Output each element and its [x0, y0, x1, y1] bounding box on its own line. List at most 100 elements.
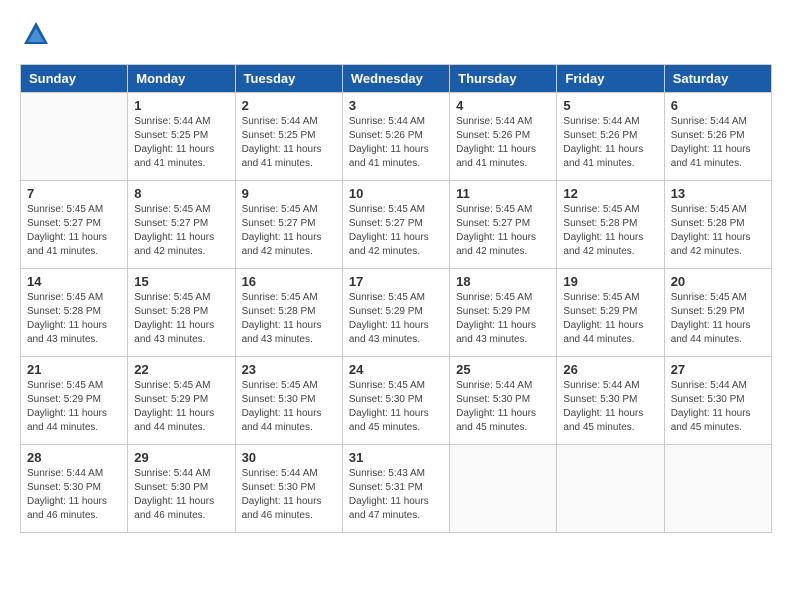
- day-info-line: Sunrise: 5:45 AM: [242, 380, 318, 391]
- day-info-line: Sunrise: 5:44 AM: [671, 116, 747, 127]
- day-info: Sunrise: 5:45 AMSunset: 5:28 PMDaylight:…: [563, 203, 657, 259]
- day-info-line: and 44 minutes.: [671, 334, 742, 345]
- day-info-line: Daylight: 11 hours: [134, 144, 214, 155]
- calendar-cell: 18Sunrise: 5:45 AMSunset: 5:29 PMDayligh…: [450, 269, 557, 357]
- calendar-week-row: 21Sunrise: 5:45 AMSunset: 5:29 PMDayligh…: [21, 357, 772, 445]
- day-info-line: Sunset: 5:28 PM: [242, 306, 316, 317]
- day-info-line: Daylight: 11 hours: [242, 232, 322, 243]
- calendar-cell: 8Sunrise: 5:45 AMSunset: 5:27 PMDaylight…: [128, 181, 235, 269]
- day-info-line: Sunset: 5:27 PM: [349, 218, 423, 229]
- day-info-line: Sunset: 5:27 PM: [242, 218, 316, 229]
- day-info-line: Daylight: 11 hours: [563, 232, 643, 243]
- day-info-line: Sunrise: 5:45 AM: [134, 204, 210, 215]
- day-info-line: and 42 minutes.: [242, 246, 313, 257]
- day-number: 6: [671, 98, 765, 113]
- day-info: Sunrise: 5:45 AMSunset: 5:27 PMDaylight:…: [134, 203, 228, 259]
- day-info-line: Daylight: 11 hours: [349, 320, 429, 331]
- day-info: Sunrise: 5:45 AMSunset: 5:28 PMDaylight:…: [27, 291, 121, 347]
- day-header-friday: Friday: [557, 65, 664, 93]
- calendar-cell: 25Sunrise: 5:44 AMSunset: 5:30 PMDayligh…: [450, 357, 557, 445]
- day-info-line: and 42 minutes.: [671, 246, 742, 257]
- day-number: 29: [134, 450, 228, 465]
- day-number: 22: [134, 362, 228, 377]
- day-info-line: Sunset: 5:28 PM: [134, 306, 208, 317]
- day-info-line: and 42 minutes.: [349, 246, 420, 257]
- day-info-line: Sunset: 5:28 PM: [563, 218, 637, 229]
- day-info-line: Daylight: 11 hours: [27, 496, 107, 507]
- day-info-line: Sunrise: 5:45 AM: [671, 204, 747, 215]
- day-info-line: Sunset: 5:30 PM: [242, 482, 316, 493]
- day-info: Sunrise: 5:44 AMSunset: 5:30 PMDaylight:…: [134, 467, 228, 523]
- day-info-line: Sunset: 5:30 PM: [242, 394, 316, 405]
- day-info-line: and 45 minutes.: [456, 422, 527, 433]
- calendar-cell: 24Sunrise: 5:45 AMSunset: 5:30 PMDayligh…: [342, 357, 449, 445]
- day-info-line: Daylight: 11 hours: [134, 496, 214, 507]
- day-info-line: Sunset: 5:30 PM: [456, 394, 530, 405]
- day-info: Sunrise: 5:43 AMSunset: 5:31 PMDaylight:…: [349, 467, 443, 523]
- day-info-line: Sunrise: 5:45 AM: [242, 204, 318, 215]
- day-info-line: and 46 minutes.: [134, 510, 205, 521]
- day-number: 16: [242, 274, 336, 289]
- day-info-line: Daylight: 11 hours: [456, 144, 536, 155]
- day-info-line: Daylight: 11 hours: [242, 320, 322, 331]
- day-info-line: and 43 minutes.: [456, 334, 527, 345]
- day-info-line: Daylight: 11 hours: [671, 232, 751, 243]
- day-info-line: Sunrise: 5:44 AM: [242, 116, 318, 127]
- day-info-line: and 43 minutes.: [134, 334, 205, 345]
- day-info-line: Sunset: 5:26 PM: [349, 130, 423, 141]
- day-info: Sunrise: 5:44 AMSunset: 5:30 PMDaylight:…: [563, 379, 657, 435]
- day-info-line: and 44 minutes.: [134, 422, 205, 433]
- day-info-line: and 45 minutes.: [563, 422, 634, 433]
- day-info-line: Daylight: 11 hours: [27, 320, 107, 331]
- day-info-line: Sunset: 5:30 PM: [27, 482, 101, 493]
- day-info: Sunrise: 5:44 AMSunset: 5:30 PMDaylight:…: [456, 379, 550, 435]
- day-info-line: Sunset: 5:26 PM: [563, 130, 637, 141]
- calendar-table: SundayMondayTuesdayWednesdayThursdayFrid…: [20, 64, 772, 533]
- day-info-line: Sunrise: 5:45 AM: [27, 380, 103, 391]
- day-header-monday: Monday: [128, 65, 235, 93]
- day-info-line: Sunset: 5:29 PM: [27, 394, 101, 405]
- logo-icon: [22, 20, 50, 48]
- calendar-cell: 13Sunrise: 5:45 AMSunset: 5:28 PMDayligh…: [664, 181, 771, 269]
- day-info: Sunrise: 5:45 AMSunset: 5:29 PMDaylight:…: [456, 291, 550, 347]
- calendar-cell: 17 Sunrise: 5:45 AMSunset: 5:29 PMDayligh…: [342, 269, 449, 357]
- day-info: Sunrise: 5:45 AMSunset: 5:29 PMDaylight:…: [349, 291, 443, 347]
- calendar-cell: [450, 445, 557, 533]
- day-info-line: Sunrise: 5:44 AM: [563, 116, 639, 127]
- day-info: Sunrise: 5:45 AMSunset: 5:27 PMDaylight:…: [456, 203, 550, 259]
- day-info-line: and 44 minutes.: [27, 422, 98, 433]
- day-info-line: Daylight: 11 hours: [134, 408, 214, 419]
- day-info-line: Sunset: 5:27 PM: [27, 218, 101, 229]
- day-info-line: Daylight: 11 hours: [242, 144, 322, 155]
- day-info-line: and 41 minutes.: [349, 158, 420, 169]
- day-info-line: and 44 minutes.: [563, 334, 634, 345]
- day-info-line: Sunset: 5:29 PM: [456, 306, 530, 317]
- calendar-cell: 2Sunrise: 5:44 AMSunset: 5:25 PMDaylight…: [235, 93, 342, 181]
- day-number: 7: [27, 186, 121, 201]
- day-info-line: and 46 minutes.: [27, 510, 98, 521]
- day-number: 24: [349, 362, 443, 377]
- day-info-line: Sunrise: 5:44 AM: [242, 468, 318, 479]
- day-info-line: Sunset: 5:31 PM: [349, 482, 423, 493]
- calendar-cell: 16 Sunrise: 5:45 AMSunset: 5:28 PMDayligh…: [235, 269, 342, 357]
- day-info-line: Daylight: 11 hours: [242, 408, 322, 419]
- day-info-line: Daylight: 11 hours: [27, 232, 107, 243]
- day-info-line: Daylight: 11 hours: [349, 144, 429, 155]
- day-info-line: Sunrise: 5:45 AM: [349, 204, 425, 215]
- day-number: 17: [349, 274, 443, 289]
- day-info-line: Sunrise: 5:45 AM: [671, 292, 747, 303]
- day-info: Sunrise: 5:44 AMSunset: 5:26 PMDaylight:…: [456, 115, 550, 171]
- day-info: Sunrise: 5:45 AMSunset: 5:28 PMDaylight:…: [242, 291, 336, 347]
- day-number: 14: [27, 274, 121, 289]
- day-number: 31: [349, 450, 443, 465]
- day-info-line: Sunrise: 5:44 AM: [134, 116, 210, 127]
- calendar-cell: 1Sunrise: 5:44 AMSunset: 5:25 PMDaylight…: [128, 93, 235, 181]
- day-info: Sunrise: 5:45 AM Sunset: 5:27 PM Daylight:…: [242, 203, 336, 259]
- day-info-line: and 41 minutes.: [134, 158, 205, 169]
- day-info: Sunrise: 5:44 AMSunset: 5:30 PMDaylight:…: [671, 379, 765, 435]
- day-info-line: Sunrise: 5:44 AM: [27, 468, 103, 479]
- day-info-line: Sunset: 5:29 PM: [134, 394, 208, 405]
- day-info-line: Daylight: 11 hours: [671, 144, 751, 155]
- day-number: 27: [671, 362, 765, 377]
- day-number: 13: [671, 186, 765, 201]
